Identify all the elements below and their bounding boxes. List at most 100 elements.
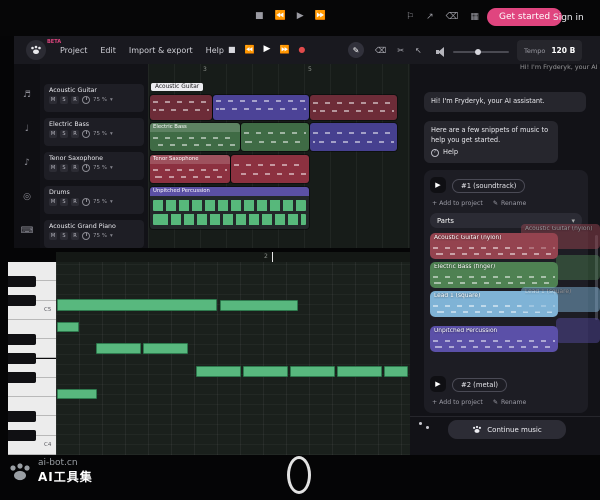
clip-sax-2[interactable] <box>231 155 309 183</box>
track-row-drums[interactable]: Drums M S R 75 % ▾ <box>44 186 144 214</box>
trash-icon[interactable]: ⌫ <box>375 46 386 55</box>
record-arm-button[interactable]: R <box>71 164 79 172</box>
piano-key-black[interactable] <box>8 276 36 287</box>
add-to-project-button[interactable]: + Add to project <box>432 399 483 406</box>
part-card-unpitched-percussion[interactable]: Unpitched Percussion <box>430 326 558 352</box>
app-logo[interactable] <box>26 40 46 60</box>
play-snippet-2-button[interactable]: ▶ <box>430 376 446 392</box>
solo-button[interactable]: S <box>60 130 68 138</box>
menu-edit[interactable]: Edit <box>100 46 116 55</box>
snippet-2-title[interactable]: #2 (metal) <box>452 378 507 392</box>
solo-button[interactable]: S <box>60 232 68 240</box>
play-icon[interactable]: ▶ <box>297 11 304 21</box>
continue-music-button[interactable]: Continue music <box>448 420 566 439</box>
mute-button[interactable]: M <box>49 96 57 104</box>
clip-bass-3[interactable] <box>310 123 397 151</box>
add-to-project-button[interactable]: + Add to project <box>432 200 483 207</box>
midi-note[interactable] <box>220 300 298 311</box>
share-icon[interactable]: ↗ <box>426 12 434 22</box>
play-snippet-1-button[interactable]: ▶ <box>430 177 446 193</box>
menu-import-export[interactable]: Import & export <box>129 46 193 55</box>
mute-button[interactable]: M <box>49 198 57 206</box>
track-row-acoustic-guitar[interactable]: Acoustic Guitar M S R 75 % ▾ <box>44 84 144 112</box>
midi-note[interactable] <box>143 343 188 354</box>
piano-keyboard[interactable]: C5 C4 <box>8 262 56 455</box>
chevron-down-icon[interactable]: ▾ <box>110 199 113 205</box>
saxophone-icon[interactable]: ♪ <box>14 158 40 168</box>
volume-knob[interactable] <box>82 232 90 240</box>
snippet-1-title[interactable]: #1 (soundtrack) <box>452 179 525 193</box>
volume-knob[interactable] <box>82 130 90 138</box>
volume-knob[interactable] <box>82 164 90 172</box>
clip-bass-1[interactable]: Electric Bass <box>150 123 240 151</box>
volume-knob[interactable] <box>82 96 90 104</box>
grid-icon[interactable]: ▦ <box>470 12 479 22</box>
get-started-button[interactable]: Get started <box>487 8 562 26</box>
piano-key-black[interactable] <box>8 353 36 364</box>
track-row-electric-bass[interactable]: Electric Bass M S R 75 % ▾ <box>44 118 144 146</box>
bass-icon[interactable]: ♩ <box>14 124 40 134</box>
clip-guitar-3[interactable] <box>310 95 397 120</box>
midi-note[interactable] <box>290 366 335 377</box>
solo-button[interactable]: S <box>60 96 68 104</box>
drums-icon[interactable]: ◎ <box>14 192 40 202</box>
rewind-icon[interactable]: ⏪ <box>245 45 255 54</box>
cursor-icon[interactable]: ↖ <box>415 46 422 55</box>
record-arm-button[interactable]: R <box>71 130 79 138</box>
piano-key-black[interactable] <box>8 430 36 441</box>
chevron-down-icon[interactable]: ▾ <box>110 165 113 171</box>
mute-button[interactable]: M <box>49 130 57 138</box>
clip-label-acoustic-guitar[interactable]: Acoustic Guitar <box>151 83 203 91</box>
record-arm-button[interactable]: R <box>71 96 79 104</box>
record-arm-button[interactable]: R <box>71 232 79 240</box>
help-link[interactable]: ? Help <box>431 148 551 158</box>
midi-note[interactable] <box>196 366 241 377</box>
clip-percussion[interactable]: Unpitched Percussion <box>150 187 309 229</box>
forward-icon[interactable]: ⏩ <box>315 11 326 21</box>
piano-icon[interactable]: ⌨ <box>14 226 40 236</box>
sign-in-link[interactable]: Sign in <box>553 13 584 23</box>
track-row-tenor-saxophone[interactable]: Tenor Saxophone M S R 75 % ▾ <box>44 152 144 180</box>
midi-note[interactable] <box>57 299 217 311</box>
chevron-down-icon[interactable]: ▾ <box>110 97 113 103</box>
clip-guitar-1[interactable] <box>150 95 212 120</box>
chevron-down-icon[interactable]: ▾ <box>110 131 113 137</box>
scissors-icon[interactable]: ✂ <box>397 46 404 55</box>
forward-icon[interactable]: ⏩ <box>279 45 289 54</box>
stop-icon[interactable]: ■ <box>255 11 264 21</box>
piano-key-black[interactable] <box>8 411 36 422</box>
volume-slider[interactable] <box>453 51 509 53</box>
mute-button[interactable]: M <box>49 164 57 172</box>
piano-key-black[interactable] <box>8 372 36 383</box>
menu-project[interactable]: Project <box>60 46 87 55</box>
clip-guitar-2[interactable] <box>213 95 309 120</box>
midi-note[interactable] <box>96 343 141 354</box>
volume-knob[interactable] <box>82 198 90 206</box>
record-arm-button[interactable]: R <box>71 198 79 206</box>
piano-roll-ruler-mark[interactable]: 2 <box>264 253 268 260</box>
piano-roll-ruler[interactable] <box>56 252 410 262</box>
menu-help[interactable]: Help <box>206 46 224 55</box>
chevron-down-icon[interactable]: ▾ <box>110 233 113 239</box>
pin-icon[interactable]: ⚐ <box>406 12 414 22</box>
arrangement-ruler-mark[interactable]: 3 <box>203 66 207 73</box>
delete-icon[interactable]: ⌫ <box>446 12 459 22</box>
record-icon[interactable]: ● <box>298 45 305 54</box>
clip-sax-1[interactable]: Tenor Saxophone <box>150 155 230 183</box>
rename-button[interactable]: ✎ Rename <box>493 399 527 406</box>
tempo-control[interactable]: Tempo 120 B <box>517 40 582 61</box>
solo-button[interactable]: S <box>60 164 68 172</box>
solo-button[interactable]: S <box>60 198 68 206</box>
rename-button[interactable]: ✎ Rename <box>493 200 527 207</box>
midi-note[interactable] <box>57 389 97 399</box>
midi-note[interactable] <box>243 366 288 377</box>
clip-bass-2[interactable] <box>241 123 309 151</box>
rewind-icon[interactable]: ⏪ <box>275 11 286 21</box>
pencil-tool-button[interactable]: ✎ <box>348 42 364 58</box>
stop-icon[interactable]: ■ <box>228 45 236 54</box>
midi-note[interactable] <box>57 322 79 332</box>
mute-button[interactable]: M <box>49 232 57 240</box>
guitar-icon[interactable]: ♬ <box>14 90 40 100</box>
arrangement-ruler-mark[interactable]: 5 <box>308 66 312 73</box>
playhead-marker[interactable] <box>272 252 273 262</box>
